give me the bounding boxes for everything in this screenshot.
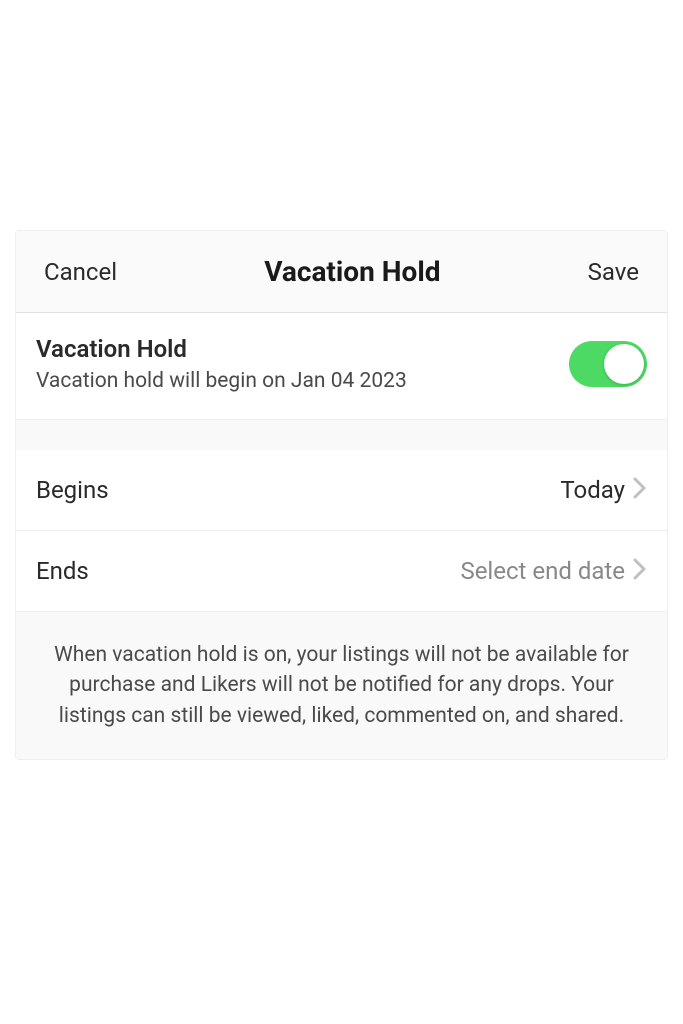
toggle-text: Vacation Hold Vacation hold will begin o… (36, 335, 569, 393)
header: Cancel Vacation Hold Save (16, 231, 667, 313)
info-text: When vacation hold is on, your listings … (16, 612, 667, 759)
section-gap (16, 420, 667, 450)
begins-right: Today (560, 476, 647, 504)
begins-label: Begins (36, 476, 109, 504)
save-button[interactable]: Save (588, 258, 639, 286)
ends-label: Ends (36, 557, 89, 585)
vacation-hold-toggle[interactable] (569, 341, 647, 387)
begins-value: Today (560, 476, 625, 504)
vacation-hold-panel: Cancel Vacation Hold Save Vacation Hold … (15, 230, 668, 760)
ends-value: Select end date (460, 557, 625, 585)
vacation-hold-toggle-section: Vacation Hold Vacation hold will begin o… (16, 313, 667, 420)
top-spacer (0, 0, 683, 230)
ends-right: Select end date (460, 557, 647, 585)
chevron-right-icon (633, 477, 647, 504)
page-title: Vacation Hold (264, 255, 440, 288)
toggle-subtitle: Vacation hold will begin on Jan 04 2023 (36, 369, 569, 393)
chevron-right-icon (633, 558, 647, 585)
begins-row[interactable]: Begins Today (16, 450, 667, 531)
toggle-title: Vacation Hold (36, 335, 569, 363)
toggle-thumb (604, 344, 644, 384)
ends-row[interactable]: Ends Select end date (16, 531, 667, 612)
cancel-button[interactable]: Cancel (44, 258, 117, 286)
